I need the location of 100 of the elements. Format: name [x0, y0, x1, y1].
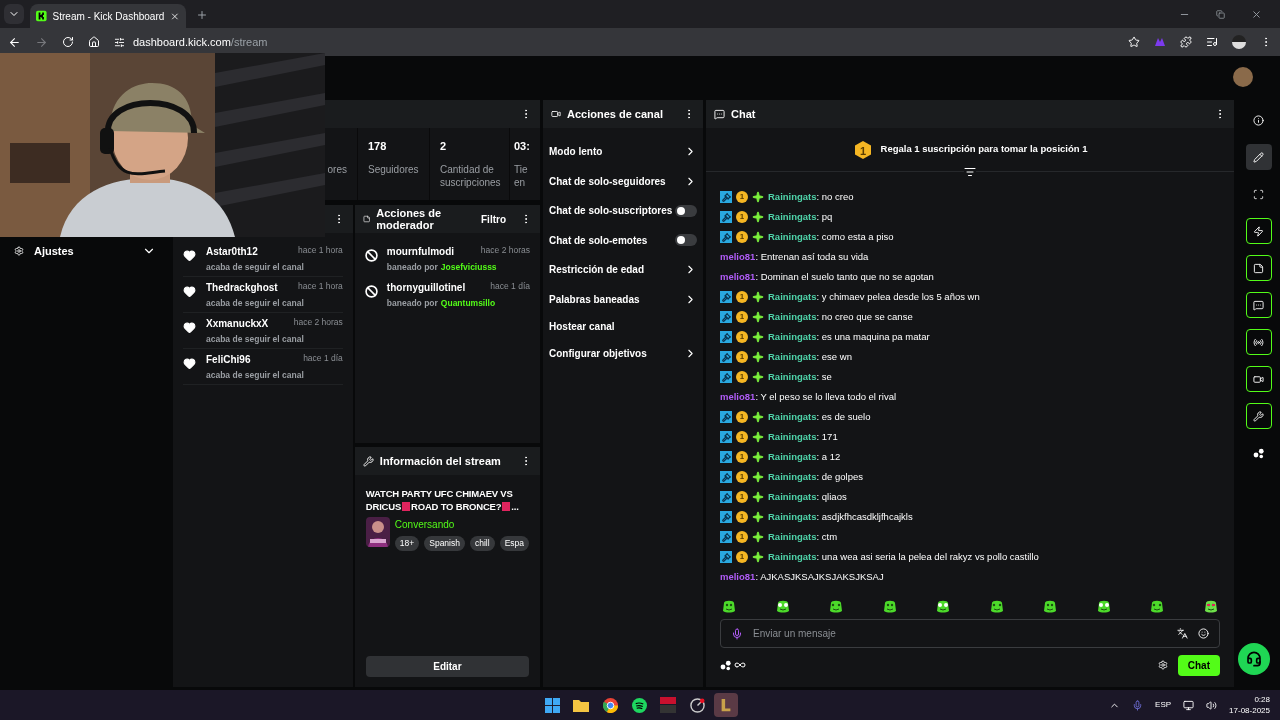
- media-control-icon[interactable]: [1206, 36, 1218, 48]
- emote-icon[interactable]: [722, 599, 736, 613]
- rail-button[interactable]: [1245, 366, 1272, 392]
- edit-button[interactable]: Editar: [365, 656, 529, 677]
- channel-action-item[interactable]: Chat de solo-seguidores: [549, 166, 697, 196]
- chat-username[interactable]: Rainingats: [768, 510, 817, 522]
- emote-icon[interactable]: [829, 599, 844, 613]
- channel-action-item[interactable]: Hostear canal: [549, 314, 697, 339]
- language-indicator[interactable]: ESP: [1155, 699, 1172, 711]
- microphone-icon[interactable]: [731, 627, 743, 640]
- profile-avatar[interactable]: [1232, 35, 1246, 49]
- settings-icon[interactable]: [1157, 660, 1168, 670]
- headset-icon: [1246, 651, 1262, 667]
- chat-username[interactable]: Rainingats: [768, 550, 817, 562]
- emoji-icon[interactable]: [1198, 628, 1209, 639]
- moderator-badge: [720, 491, 732, 503]
- microphone-icon[interactable]: [1132, 699, 1144, 711]
- message-input[interactable]: Enviar un mensaje: [753, 626, 1167, 641]
- bookmark-star-icon[interactable]: [1128, 36, 1140, 48]
- rail-button[interactable]: [1245, 329, 1272, 355]
- chat-username[interactable]: Rainingats: [768, 330, 817, 342]
- action-label: Restricción de edad: [549, 263, 645, 278]
- chat-username[interactable]: Rainingats: [768, 490, 817, 502]
- chat-username[interactable]: Rainingats: [768, 470, 817, 482]
- channel-action-item[interactable]: Restricción de edad: [549, 255, 697, 285]
- chat-username[interactable]: Rainingats: [768, 410, 817, 422]
- chat-username[interactable]: Rainingats: [768, 530, 817, 542]
- address-field[interactable]: dashboard.kick.com/stream: [114, 33, 1114, 51]
- volume-icon[interactable]: [1206, 699, 1218, 711]
- toggle-switch[interactable]: [675, 204, 697, 217]
- emote-icon[interactable]: [936, 599, 951, 613]
- translate-icon[interactable]: [1177, 628, 1188, 639]
- stream-tag[interactable]: Espa: [499, 536, 529, 551]
- channel-action-item[interactable]: Chat de solo-emotes: [549, 225, 697, 255]
- tab-list-button[interactable]: [4, 4, 24, 24]
- help-button[interactable]: [1238, 643, 1270, 675]
- heart-icon: [183, 357, 196, 370]
- sparkle-icon: [752, 411, 764, 423]
- new-tab-icon[interactable]: [196, 9, 208, 21]
- emote-icon[interactable]: [1043, 599, 1058, 613]
- stat-label: Tie en: [514, 162, 529, 189]
- channel-action-item[interactable]: Configurar objetivos: [549, 339, 697, 369]
- channel-action-item[interactable]: Chat de solo-suscriptores: [549, 196, 697, 226]
- emote-icon[interactable]: [1150, 599, 1165, 613]
- close-icon[interactable]: [170, 10, 180, 22]
- chat-message: : de golpes: [816, 470, 864, 482]
- stat-value: 178: [368, 139, 388, 154]
- user-avatar[interactable]: [1233, 67, 1253, 87]
- sparkle-icon: [752, 431, 764, 443]
- chat-username[interactable]: Rainingats: [768, 430, 817, 442]
- chat-message: : qliaos: [816, 490, 847, 502]
- chat-username[interactable]: Rainingats: [768, 310, 817, 322]
- kick-dots-icon[interactable]: [1252, 447, 1265, 459]
- message-field[interactable]: Enviar un mensaje: [720, 619, 1220, 648]
- rail-button[interactable]: [1245, 403, 1272, 429]
- game-app-icon[interactable]: [714, 693, 738, 717]
- site-settings-icon[interactable]: [114, 36, 125, 48]
- stream-category[interactable]: Conversando: [394, 517, 529, 532]
- action-label: Chat de solo-suscriptores: [549, 204, 673, 219]
- extensions-icon[interactable]: [1180, 36, 1192, 48]
- clock-date[interactable]: 17-08-2025: [1229, 705, 1270, 716]
- ban-icon: [364, 285, 378, 298]
- edit-icon: [1253, 151, 1264, 163]
- send-chat-button[interactable]: Chat: [1177, 654, 1220, 676]
- chat-message: : es una maquina pa matar: [816, 330, 930, 342]
- chat-username[interactable]: Rainingats: [768, 450, 817, 462]
- settings-menu-item[interactable]: Ajustes: [14, 243, 156, 260]
- filter-button[interactable]: Filtro: [481, 211, 506, 227]
- clock-time[interactable]: 0:28: [1254, 694, 1270, 705]
- rail-button[interactable]: [1245, 255, 1272, 281]
- chat-username[interactable]: Rainingats: [768, 210, 817, 222]
- emote-icon[interactable]: [882, 599, 897, 613]
- browser-tab[interactable]: Stream - Kick Dashboard: [30, 4, 186, 28]
- stream-tag[interactable]: chill: [469, 536, 495, 551]
- emote-icon[interactable]: [775, 599, 790, 613]
- stream-tag[interactable]: Spanish: [424, 536, 465, 551]
- restore-icon[interactable]: [1216, 10, 1225, 19]
- channel-action-item[interactable]: Modo lento: [549, 137, 697, 167]
- kick-dots-icon[interactable]: [720, 659, 732, 671]
- channel-action-item[interactable]: Palabras baneadas: [549, 284, 697, 314]
- chat-username[interactable]: Rainingats: [768, 350, 817, 362]
- toggle-switch[interactable]: [675, 234, 697, 247]
- rail-button[interactable]: [1245, 144, 1272, 170]
- broadcast-icon: [1253, 336, 1264, 348]
- reload-icon[interactable]: [62, 36, 74, 48]
- back-icon[interactable]: [8, 35, 21, 49]
- chat-username[interactable]: Rainingats: [768, 190, 817, 202]
- rail-button[interactable]: [1245, 292, 1272, 318]
- rail-button[interactable]: [1245, 218, 1272, 244]
- close-window-icon[interactable]: [1251, 9, 1262, 20]
- infinity-icon[interactable]: [734, 659, 746, 671]
- stream-tag[interactable]: 18+: [394, 536, 420, 551]
- emote-icon[interactable]: [1096, 599, 1111, 613]
- chat-username[interactable]: Rainingats: [768, 290, 817, 302]
- home-icon[interactable]: [88, 36, 100, 48]
- network-icon[interactable]: [1183, 699, 1195, 711]
- chat-username[interactable]: Rainingats: [768, 230, 817, 242]
- chat-username[interactable]: Rainingats: [768, 370, 817, 382]
- emote-icon[interactable]: [1203, 599, 1218, 613]
- emote-icon[interactable]: [989, 599, 1004, 613]
